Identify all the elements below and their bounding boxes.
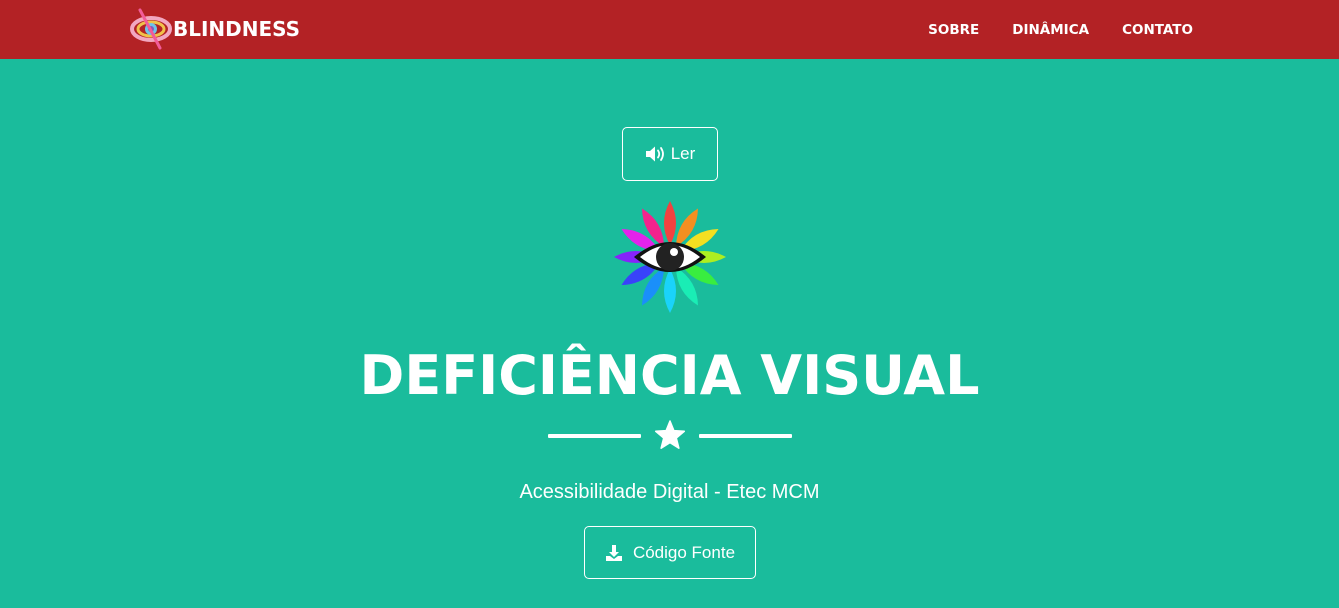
source-code-label: Código Fonte [632, 542, 736, 562]
star-icon [654, 420, 686, 449]
volume-icon [645, 146, 664, 162]
main-nav: SOBRE DINÂMICA CONTATO [895, 0, 1193, 59]
crossed-eye-logo-icon [130, 8, 172, 50]
rainbow-eye-flower-icon [614, 201, 726, 313]
read-aloud-label: Ler [670, 144, 696, 163]
divider-line-left [548, 434, 641, 438]
flower-petal [664, 201, 676, 245]
nav-link-dinamica[interactable]: DINÂMICA [1012, 22, 1089, 38]
nav-link-sobre[interactable]: SOBRE [928, 22, 979, 38]
read-aloud-button[interactable]: Ler [622, 127, 718, 181]
brand-name: BLINDNESS [173, 17, 301, 41]
divider-line-right [699, 434, 792, 438]
brand-link[interactable]: BLINDNESS [130, 8, 300, 50]
subtitle: Acessibilidade Digital - Etec MCM [519, 481, 820, 503]
navbar: BLINDNESS SOBRE DINÂMICA CONTATO [0, 0, 1339, 59]
nav-link-contato[interactable]: CONTATO [1122, 22, 1193, 38]
download-icon [605, 544, 622, 561]
title-divider [548, 420, 792, 450]
flower-petal [664, 269, 676, 313]
page-title: DEFICIÊNCIA VISUAL [359, 344, 980, 407]
source-code-button[interactable]: Código Fonte [584, 526, 756, 579]
